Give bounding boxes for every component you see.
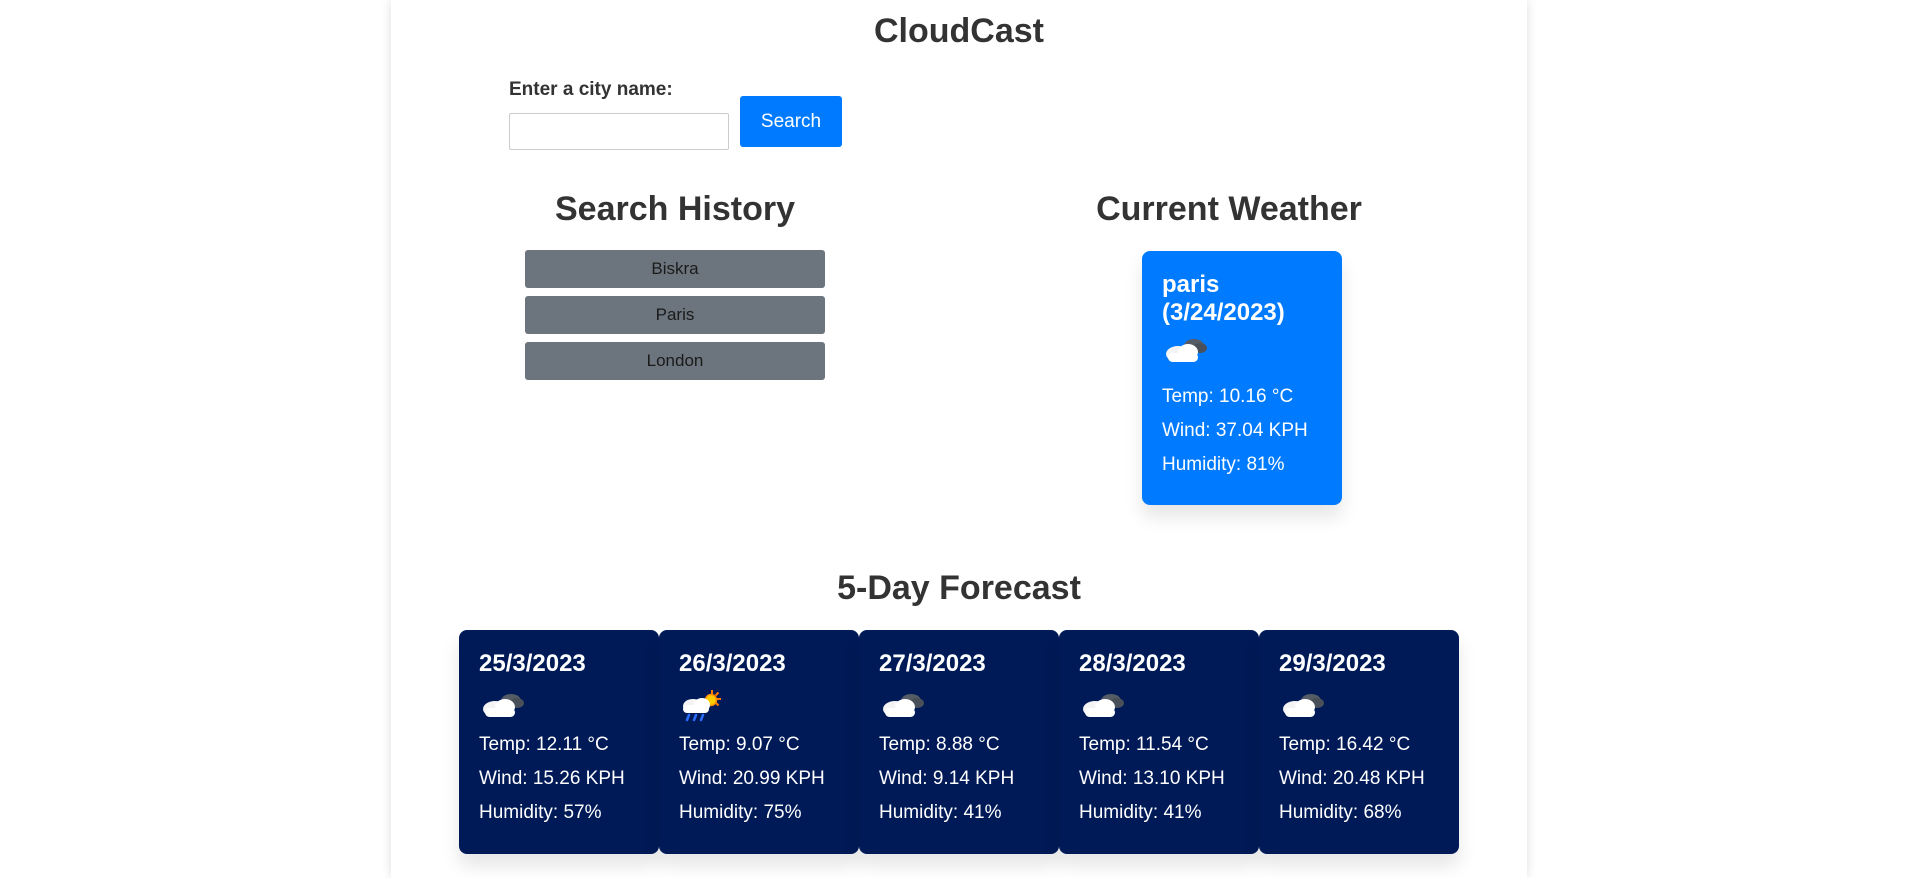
forecast-temp: Temp: 9.07 °C <box>679 734 800 755</box>
cloudy-icon <box>879 688 1039 722</box>
forecast-card: 27/3/2023 Temp: 8.88 °C Wind: 9.14 KPH H… <box>859 630 1059 854</box>
city-search-input[interactable] <box>509 113 729 150</box>
forecast-row: 25/3/2023 Temp: 12.11 °C Wind: 15.26 KPH… <box>459 630 1459 854</box>
forecast-date: 28/3/2023 <box>1079 650 1186 677</box>
history-item-paris[interactable]: Paris <box>525 296 825 334</box>
app-title: CloudCast <box>874 12 1044 50</box>
search-history-list: Biskra Paris London <box>525 250 825 388</box>
rain-sun-icon <box>679 688 839 722</box>
forecast-card: 29/3/2023 Temp: 16.42 °C Wind: 20.48 KPH… <box>1259 630 1459 854</box>
current-date: (3/24/2023) <box>1162 299 1285 326</box>
forecast-card: 25/3/2023 Temp: 12.11 °C Wind: 15.26 KPH… <box>459 630 659 854</box>
forecast-card: 26/3/2023 Temp: 9.07 °C Wind: 20.99 KPH … <box>659 630 859 854</box>
forecast-date: 29/3/2023 <box>1279 650 1386 677</box>
search-history-title: Search History <box>555 190 795 228</box>
history-item-biskra[interactable]: Biskra <box>525 250 825 288</box>
forecast-title: 5-Day Forecast <box>837 569 1081 607</box>
forecast-wind: Wind: 13.10 KPH <box>1079 768 1225 789</box>
forecast-humidity: Humidity: 57% <box>479 802 602 823</box>
current-city-name: paris <box>1162 271 1220 298</box>
cloudy-icon <box>1079 688 1239 722</box>
cloudy-icon <box>1279 688 1439 722</box>
cloudy-icon <box>479 688 639 722</box>
forecast-temp: Temp: 16.42 °C <box>1279 734 1411 755</box>
current-wind: Wind: 37.04 KPH <box>1162 420 1308 441</box>
forecast-humidity: Humidity: 41% <box>879 802 1002 823</box>
app-container: CloudCast Enter a city name: Search Sear… <box>391 0 1527 878</box>
forecast-wind: Wind: 20.99 KPH <box>679 768 825 789</box>
forecast-temp: Temp: 11.54 °C <box>1079 734 1209 755</box>
forecast-date: 27/3/2023 <box>879 650 986 677</box>
forecast-temp: Temp: 12.11 °C <box>479 734 609 755</box>
current-city-heading: paris (3/24/2023) <box>1162 271 1322 327</box>
forecast-wind: Wind: 20.48 KPH <box>1279 768 1425 789</box>
cloudy-icon <box>1162 333 1322 372</box>
forecast-wind: Wind: 9.14 KPH <box>879 768 1015 789</box>
forecast-temp: Temp: 8.88 °C <box>879 734 1000 755</box>
forecast-humidity: Humidity: 68% <box>1279 802 1402 823</box>
current-humidity: Humidity: 81% <box>1162 454 1285 475</box>
current-temp: Temp: 10.16 °C <box>1162 386 1294 407</box>
current-weather-card: paris (3/24/2023) Temp: 10.16 °C Wind: 3… <box>1142 251 1342 505</box>
forecast-card: 28/3/2023 Temp: 11.54 °C Wind: 13.10 KPH… <box>1059 630 1259 854</box>
history-item-london[interactable]: London <box>525 342 825 380</box>
forecast-date: 25/3/2023 <box>479 650 586 677</box>
forecast-wind: Wind: 15.26 KPH <box>479 768 625 789</box>
search-button[interactable]: Search <box>740 96 842 147</box>
forecast-humidity: Humidity: 75% <box>679 802 802 823</box>
forecast-date: 26/3/2023 <box>679 650 786 677</box>
current-weather-title: Current Weather <box>1096 190 1362 228</box>
forecast-humidity: Humidity: 41% <box>1079 802 1202 823</box>
search-label: Enter a city name: <box>509 79 673 100</box>
